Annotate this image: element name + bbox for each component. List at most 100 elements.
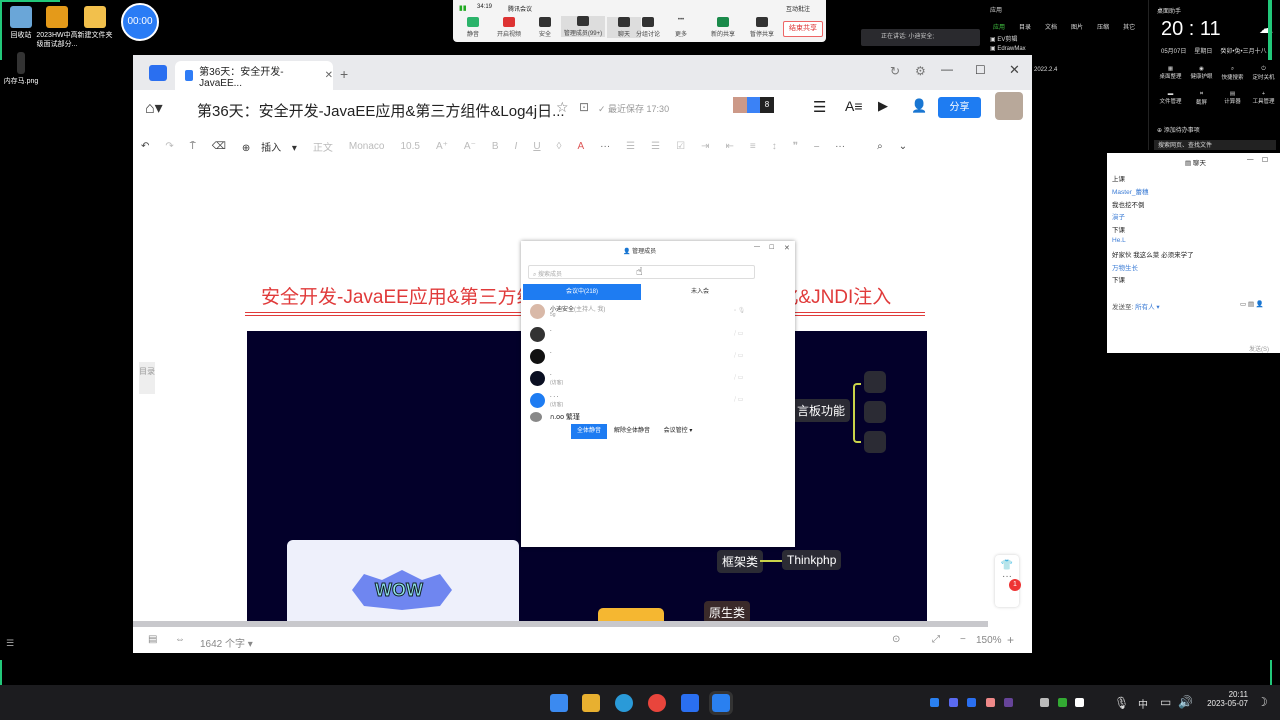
volume-icon[interactable]: 🔊 — [1178, 695, 1193, 709]
avatar[interactable] — [747, 97, 760, 113]
close-window-icon[interactable]: ✕ — [1009, 62, 1020, 78]
new-share-button[interactable]: 新的共享 — [706, 17, 740, 38]
divider-icon[interactable]: ⎯ — [814, 141, 819, 152]
play-icon[interactable]: ⊙ — [892, 634, 900, 645]
meeting-control-dropdown[interactable]: 会议管控 ▾ — [657, 424, 699, 439]
tool-eye-care[interactable]: ◉ 健康护眼 — [1186, 66, 1217, 81]
pause-share-button[interactable]: 暂停共享 — [745, 17, 779, 38]
tool-files[interactable]: ▬ 文件管理 — [1155, 91, 1186, 106]
clock[interactable]: 20:11 2023-05-07 — [1200, 690, 1248, 708]
outdent-icon[interactable]: ⇤ — [725, 141, 733, 152]
star-icon[interactable]: ☆ — [556, 99, 569, 116]
png-file-icon[interactable]: 内存马.png — [0, 52, 42, 86]
zoom-level[interactable]: 150% — [976, 635, 1002, 646]
font-color-icon[interactable]: A — [578, 141, 585, 152]
decrease-font-icon[interactable]: A⁻ — [464, 141, 476, 152]
bold-icon[interactable]: B — [492, 141, 499, 152]
tray-app-icon[interactable] — [1004, 698, 1013, 707]
docs-app-icon[interactable] — [681, 694, 699, 712]
tab-docs[interactable]: 文档 — [1045, 22, 1057, 31]
chrome-icon[interactable] — [648, 694, 666, 712]
font-select[interactable]: Monaco — [349, 141, 385, 152]
member-row[interactable]: . . . (访客) ⧸ ▭ — [529, 391, 759, 411]
highlight-icon[interactable]: ◊ — [557, 141, 562, 152]
paragraph-style-select[interactable]: 正文 — [313, 139, 333, 154]
tray-docs-icon[interactable] — [967, 698, 976, 707]
security-button[interactable]: 安全 — [528, 17, 562, 38]
app-item[interactable]: ▣ EV剪辑 — [990, 34, 1017, 43]
maximize-icon[interactable]: ☐ — [769, 244, 774, 251]
tab-not-joined[interactable]: 未入会 — [641, 284, 759, 300]
tab-other[interactable]: 其它 — [1123, 22, 1135, 31]
refresh-icon[interactable]: ↻ — [890, 64, 900, 78]
microphone-icon[interactable]: 🎙 — [1114, 696, 1129, 710]
member-row[interactable]: ก.oo 繁瑾 — [529, 411, 759, 423]
member-row[interactable]: . ⧸ ▭ — [529, 347, 759, 367]
quote-icon[interactable]: ❞ — [793, 141, 798, 152]
notification-icon[interactable]: ☽ — [1257, 695, 1268, 709]
tab-dirs[interactable]: 目录 — [1019, 22, 1031, 31]
tray-meeting-icon[interactable] — [930, 698, 939, 707]
chat-input[interactable] — [1112, 313, 1275, 341]
annotate-button[interactable]: 互动批注 — [786, 4, 810, 13]
text-format-icon[interactable]: A≡ — [845, 98, 863, 114]
member-row[interactable]: . ⧸ ▭ — [529, 325, 759, 345]
tool-manage[interactable]: + 工具管理 — [1248, 91, 1279, 106]
font-size-select[interactable]: 10.5 — [400, 141, 419, 152]
app-item[interactable]: ▣ EdrawMax — [990, 45, 1026, 52]
collaborators-icon[interactable]: 👤 — [911, 98, 927, 114]
mute-button[interactable]: 静音 — [456, 17, 490, 38]
ime-indicator[interactable]: 中 — [1138, 696, 1148, 711]
word-count[interactable]: 1642 个字 ▾ — [200, 635, 253, 650]
outline-toggle[interactable]: 目录 — [139, 362, 155, 394]
collaborator-count[interactable]: 8 — [760, 97, 774, 113]
maximize-icon[interactable]: ☐ — [975, 63, 986, 77]
format-painter-icon[interactable]: ⍑ — [190, 141, 196, 152]
italic-icon[interactable]: I — [515, 141, 518, 152]
new-tab-icon[interactable]: + — [340, 66, 348, 82]
folder-icon[interactable]: 新建文件夹 — [74, 6, 116, 40]
present-icon[interactable]: ▶ — [878, 98, 888, 114]
zoom-out-icon[interactable]: − — [960, 634, 966, 645]
more-button[interactable]: ••• 更多 — [664, 17, 698, 38]
more-icon[interactable]: ··· — [600, 141, 610, 152]
menu-icon[interactable]: ☰ — [6, 638, 14, 649]
assistant-search-input[interactable]: 搜索网页、查找文件 — [1154, 140, 1276, 150]
breakout-button[interactable]: 分组讨论 — [631, 17, 665, 38]
checklist-icon[interactable]: ☑ — [676, 141, 685, 152]
recipient-select[interactable]: 所有人 ▾ — [1135, 304, 1160, 311]
line-spacing-icon[interactable]: ↕ — [772, 141, 777, 152]
tool-shutdown[interactable]: ⏻ 定时关机 — [1248, 66, 1279, 81]
tool-calculator[interactable]: ▤ 计算器 — [1217, 91, 1248, 106]
bullet-list-icon[interactable]: ☰ — [626, 141, 635, 152]
network-icon[interactable]: ▭ — [1160, 695, 1171, 709]
underline-icon[interactable]: U — [533, 141, 540, 152]
align-icon[interactable]: ≡ — [750, 141, 756, 152]
tray-display-icon[interactable] — [1040, 698, 1049, 707]
tab-document[interactable]: 第36天：安全开发-JavaEE... ✕ — [175, 61, 333, 90]
more-icon[interactable]: ··· — [835, 141, 845, 152]
eraser-icon[interactable]: ⌫ — [212, 141, 226, 152]
member-row[interactable]: 小迪安全(主持人, 我) 5g ▫ 🎙 — [529, 302, 759, 322]
mic-muted-icon[interactable]: ⧸ ▭ — [734, 374, 743, 382]
tab-apps[interactable]: 应用 — [993, 22, 1005, 31]
collapse-toolbar-icon[interactable]: ⌄ — [899, 141, 907, 152]
horizontal-scrollbar[interactable] — [133, 621, 988, 627]
desktop-file-icon[interactable]: 2023HW中高级面试部分... — [36, 6, 78, 49]
move-folder-icon[interactable]: ⊡ — [579, 100, 589, 114]
tray-app-icon[interactable] — [986, 698, 995, 707]
doc-title[interactable]: 第36天：安全开发-JavaEE应用&第三方组件&Log4j日... — [197, 100, 565, 121]
feedback-icon[interactable]: 👕 — [995, 560, 1019, 571]
tab-archives[interactable]: 压缩 — [1097, 22, 1109, 31]
file-explorer-icon[interactable] — [582, 694, 600, 712]
tray-shield-icon[interactable] — [949, 698, 958, 707]
search-icon[interactable]: ⌕ — [877, 141, 883, 152]
increase-font-icon[interactable]: A⁺ — [436, 141, 448, 152]
mic-muted-icon[interactable]: ⧸ ▭ — [734, 396, 743, 404]
app-item[interactable]: 2022.2.4 — [1034, 67, 1057, 73]
timer-widget[interactable]: 00:00 — [121, 3, 159, 41]
mic-icon[interactable]: ▫ 🎙 — [734, 307, 745, 314]
add-todo-button[interactable]: ⊕ 添加待办事项 — [1157, 125, 1200, 134]
indent-icon[interactable]: ⇥ — [701, 141, 709, 152]
mic-muted-icon[interactable]: ⧸ ▭ — [734, 330, 743, 338]
